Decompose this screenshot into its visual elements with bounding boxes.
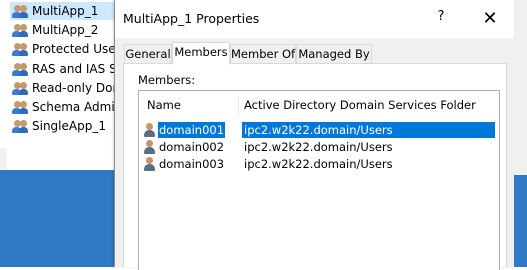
group-item-label: MultiApp_2 [32, 23, 99, 37]
member-name: domain001 [158, 122, 226, 138]
help-button[interactable]: ? [427, 9, 455, 29]
background-pane-right [513, 0, 527, 175]
group-icon [12, 119, 29, 134]
close-button[interactable]: ✕ [473, 6, 507, 32]
tab-managed-by[interactable]: Managed By [296, 44, 372, 63]
member-row[interactable]: domain003 ipc2.w2k22.domain/Users [141, 156, 495, 172]
column-divider[interactable] [238, 96, 239, 114]
member-folder: ipc2.w2k22.domain/Users [244, 157, 393, 171]
desktop-background-right [513, 175, 527, 267]
column-header-folder[interactable]: Active Directory Domain Services Folder [244, 96, 476, 114]
group-icon [12, 4, 29, 19]
members-list[interactable]: Name Active Directory Domain Services Fo… [138, 90, 500, 270]
group-item-label: SingleApp_1 [32, 119, 106, 133]
group-list: MultiApp_1 MultiApp_2 Protected Users RA… [0, 0, 129, 148]
member-name: domain003 [159, 157, 225, 171]
group-icon [12, 62, 29, 77]
dialog-title: MultiApp_1 Properties [123, 11, 260, 26]
member-folder: ipc2.w2k22.domain/Users [244, 123, 393, 137]
group-icon [12, 100, 29, 115]
group-item-label: Protected Users [32, 42, 127, 56]
member-folder: ipc2.w2k22.domain/Users [244, 140, 393, 154]
desktop-background [0, 170, 115, 267]
tab-members[interactable]: Members [172, 42, 230, 65]
group-item-protected-users[interactable]: Protected Users [12, 40, 127, 58]
tab-general[interactable]: General [124, 44, 172, 63]
members-panel: Members: Name Active Directory Domain Se… [123, 63, 507, 270]
group-icon [12, 81, 29, 96]
properties-dialog: MultiApp_1 Properties ? ✕ General Member… [114, 0, 514, 270]
member-name: domain002 [159, 140, 225, 154]
members-label: Members: [138, 73, 196, 87]
group-item-label: Read-only Dom [32, 81, 125, 95]
group-item-multiapp-2[interactable]: MultiApp_2 [12, 21, 98, 39]
group-item-read-only-domain[interactable]: Read-only Dom [12, 79, 124, 97]
group-icon [12, 23, 29, 38]
user-icon [143, 157, 156, 171]
group-icon [12, 42, 29, 57]
title-bar[interactable]: MultiApp_1 Properties ? ✕ [115, 0, 514, 38]
column-header-name[interactable]: Name [147, 96, 181, 114]
group-item-ras-ias[interactable]: RAS and IAS Ser [12, 60, 129, 78]
group-item-schema-admins[interactable]: Schema Admins [12, 98, 129, 116]
group-item-label: MultiApp_1 [32, 4, 99, 18]
user-icon [143, 140, 156, 154]
tab-member-of[interactable]: Member Of [230, 44, 296, 63]
member-row[interactable]: domain001 ipc2.w2k22.domain/Users [141, 122, 495, 138]
group-item-singleapp-1[interactable]: SingleApp_1 [12, 117, 106, 135]
member-row[interactable]: domain002 ipc2.w2k22.domain/Users [141, 139, 495, 155]
user-icon [143, 123, 156, 137]
group-item-multiapp-1[interactable]: MultiApp_1 [10, 2, 122, 20]
